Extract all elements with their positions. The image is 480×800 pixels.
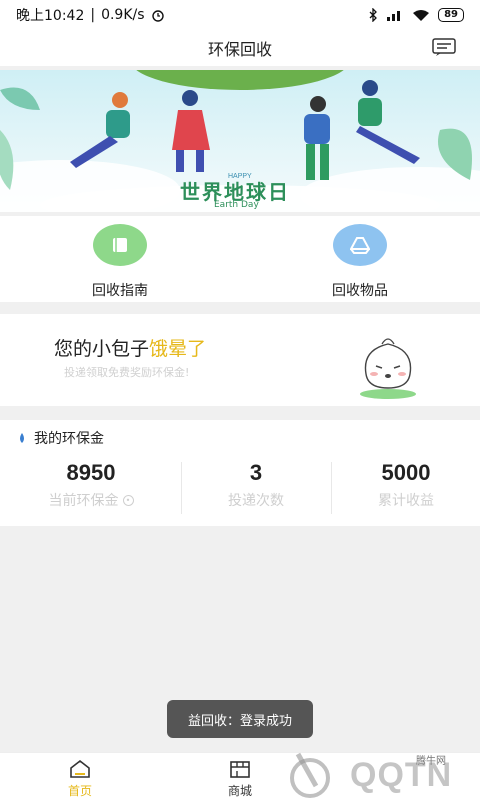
promo-subtitle: 投递领取免费奖励环保金! bbox=[64, 366, 190, 379]
bluetooth-icon bbox=[369, 8, 377, 22]
stat-current-fund-label-row: 当前环保金 • bbox=[49, 490, 134, 510]
page-title: 环保回收 bbox=[207, 40, 272, 59]
book-icon bbox=[113, 238, 127, 252]
status-bar: 晚上10:42 | 0.9K/s 89 bbox=[0, 0, 480, 30]
fund-title: 我的环保金 bbox=[34, 431, 104, 447]
recycle-guide-label: 回收指南 bbox=[92, 283, 148, 299]
login-success-toast: 益回收：登录成功 bbox=[167, 700, 313, 738]
banner-subtitle: Earth Day bbox=[214, 200, 259, 210]
fund-header: 我的环保金 bbox=[18, 428, 104, 448]
stat-delivery-count[interactable]: 3 投递次数 bbox=[181, 460, 331, 510]
stat-total-earnings-label: 累计收益 bbox=[378, 493, 434, 509]
status-separator: | bbox=[90, 7, 96, 23]
app-header: 环保回收 bbox=[0, 30, 480, 66]
info-icon[interactable]: • bbox=[122, 494, 134, 506]
network-speed: 0.9K/s bbox=[101, 7, 145, 23]
store-icon bbox=[230, 761, 250, 778]
water-drop-icon bbox=[20, 433, 24, 443]
stat-current-fund-label: 当前环保金 bbox=[48, 493, 119, 509]
quick-actions: 回收指南 回收物品 bbox=[0, 216, 480, 302]
wifi-icon bbox=[413, 9, 430, 21]
recycle-guide-icon-bg bbox=[93, 224, 147, 266]
nav-mall[interactable]: 商城 bbox=[200, 759, 280, 799]
eco-fund-panel: 我的环保金 8950 当前环保金 • 3 投递次数 5000 累计收益 bbox=[0, 420, 480, 526]
nav-home-label: 首页 bbox=[67, 784, 92, 798]
home-icon bbox=[70, 759, 90, 778]
stat-total-earnings-value: 5000 bbox=[381, 460, 431, 485]
stat-delivery-count-value: 3 bbox=[249, 460, 263, 485]
earth-day-banner[interactable]: HAPPY 世界地球日 Earth Day bbox=[0, 70, 480, 212]
nav-mall-label: 商城 bbox=[227, 784, 252, 798]
nav-home[interactable]: 首页 bbox=[40, 759, 120, 799]
watermark-caption: 腾牛网 bbox=[416, 756, 446, 767]
drive-triangle-icon bbox=[350, 237, 370, 254]
recycle-items-button[interactable]: 回收物品 bbox=[300, 224, 420, 300]
bun-promo-card[interactable]: 您的小包子饿晕了 投递领取免费奖励环保金! bbox=[0, 314, 480, 406]
alarm-icon bbox=[151, 10, 164, 22]
message-icon[interactable] bbox=[432, 38, 456, 56]
recycle-items-label: 回收物品 bbox=[332, 283, 388, 299]
status-time: 晚上10:42 bbox=[16, 8, 85, 24]
signal-icon bbox=[387, 11, 401, 21]
promo-title: 您的小包子饿晕了 bbox=[54, 334, 206, 361]
recycle-guide-button[interactable]: 回收指南 bbox=[60, 224, 180, 300]
recycle-items-icon-bg bbox=[333, 224, 387, 266]
stat-total-earnings[interactable]: 5000 累计收益 bbox=[331, 460, 480, 510]
stat-current-fund-value: 8950 bbox=[66, 460, 116, 485]
stat-delivery-count-label: 投递次数 bbox=[228, 493, 284, 509]
stat-current-fund[interactable]: 8950 当前环保金 • bbox=[16, 460, 166, 510]
promo-title-highlight: 饿晕了 bbox=[149, 338, 207, 360]
bun-mascot-icon bbox=[360, 338, 416, 399]
promo-title-prefix: 您的小包子 bbox=[54, 338, 150, 360]
battery-indicator: 89 bbox=[438, 8, 464, 22]
